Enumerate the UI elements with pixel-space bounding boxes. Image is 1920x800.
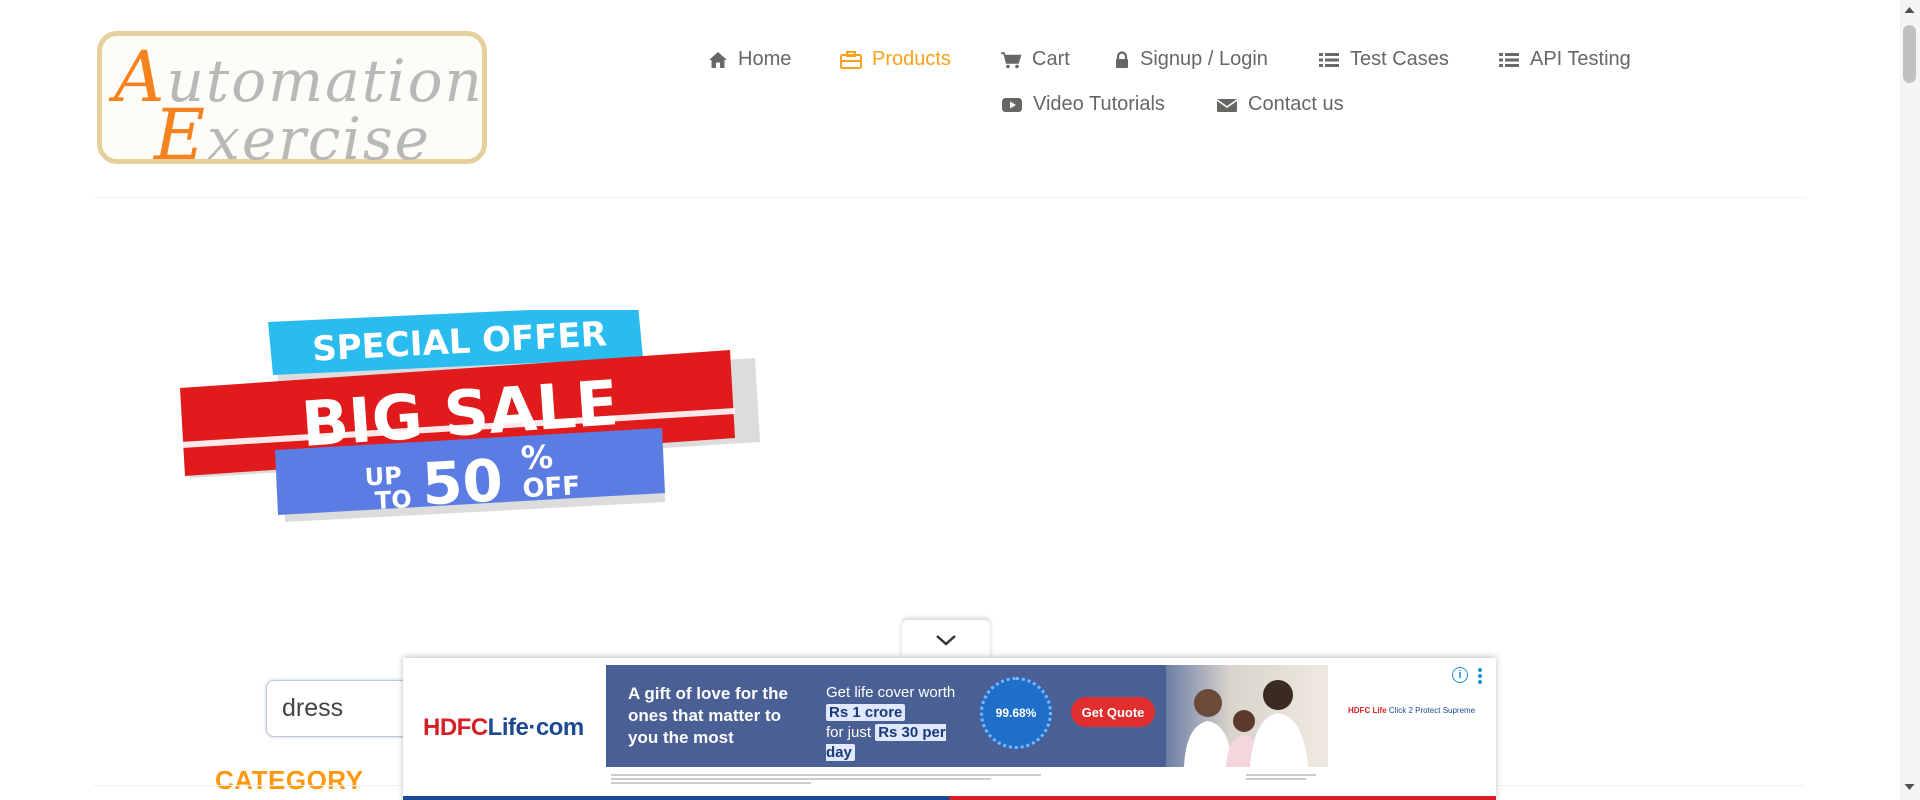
- ad-info-icon[interactable]: i: [1452, 667, 1468, 683]
- ad-get-quote-button[interactable]: Get Quote: [1071, 697, 1155, 727]
- ad-side-product: HDFC Life Click 2 Protect Supreme: [1348, 706, 1476, 715]
- chevron-down-icon: [936, 635, 956, 646]
- cart-icon: [1001, 51, 1022, 68]
- scrollbar-track[interactable]: [1900, 0, 1920, 800]
- nav-products-label: Products: [872, 48, 951, 70]
- banner-percent: %: [520, 438, 554, 478]
- big-sale-banner: SPECIAL OFFER BIG SALE UP TO 50 % OFF: [180, 310, 760, 522]
- ad-creative[interactable]: A gift of love for the ones that matter …: [606, 665, 1328, 767]
- ad-family-photo: [1166, 665, 1328, 767]
- ad-headline: A gift of love for the ones that matter …: [628, 684, 788, 747]
- banner-to: TO: [374, 485, 412, 515]
- nav-cart-label: Cart: [1032, 48, 1070, 70]
- header-divider: [93, 197, 1805, 198]
- envelope-icon: [1216, 98, 1238, 112]
- scrollbar-thumb[interactable]: [1903, 25, 1916, 83]
- banner-amount: 50: [420, 446, 504, 518]
- ad-offer: Get life cover worth Rs 1 crore for just…: [826, 684, 956, 761]
- lock-icon: [1116, 50, 1128, 68]
- nav-contact-us[interactable]: Contact us: [1216, 93, 1344, 116]
- ad-brand-logo[interactable]: HDFCLife·com: [423, 714, 584, 742]
- nav-products[interactable]: Products: [840, 48, 951, 71]
- banner-off: OFF: [522, 471, 581, 504]
- nav-video-tutorials-label: Video Tutorials: [1033, 93, 1165, 115]
- nav-api-testing[interactable]: API Testing: [1498, 48, 1631, 71]
- nav-api-testing-label: API Testing: [1530, 48, 1631, 70]
- nav-signup-login[interactable]: Signup / Login: [1114, 48, 1268, 71]
- nav-home[interactable]: Home: [708, 48, 791, 71]
- products-icon: [840, 50, 862, 69]
- logo-line-2: Exercise: [154, 94, 431, 176]
- advertisement[interactable]: HDFCLife·com A gift of love for the ones…: [403, 658, 1496, 800]
- nav-cart[interactable]: Cart: [1000, 48, 1070, 71]
- nav-video-tutorials[interactable]: Video Tutorials: [1001, 93, 1165, 116]
- nav-signup-login-label: Signup / Login: [1140, 48, 1268, 70]
- scroll-up-arrow-icon[interactable]: [1903, 5, 1916, 15]
- list-icon: [1499, 52, 1519, 67]
- ad-menu-icon[interactable]: [1476, 667, 1484, 685]
- nav-test-cases-label: Test Cases: [1350, 48, 1449, 70]
- scroll-down-arrow-icon[interactable]: [1903, 782, 1916, 792]
- ad-bottom-bar: [403, 796, 1496, 800]
- home-icon: [709, 51, 727, 68]
- ad-fine-print: [606, 772, 1328, 786]
- site-logo[interactable]: Automation Exercise: [97, 31, 487, 176]
- ad-seal: 99.68%: [980, 677, 1052, 749]
- nav-test-cases[interactable]: Test Cases: [1318, 48, 1449, 71]
- ad-collapse-button[interactable]: [902, 620, 990, 660]
- nav-home-label: Home: [738, 48, 792, 70]
- youtube-icon: [1002, 97, 1022, 112]
- list-icon: [1319, 52, 1339, 67]
- category-title: CATEGORY: [215, 765, 364, 795]
- nav-contact-us-label: Contact us: [1248, 93, 1344, 115]
